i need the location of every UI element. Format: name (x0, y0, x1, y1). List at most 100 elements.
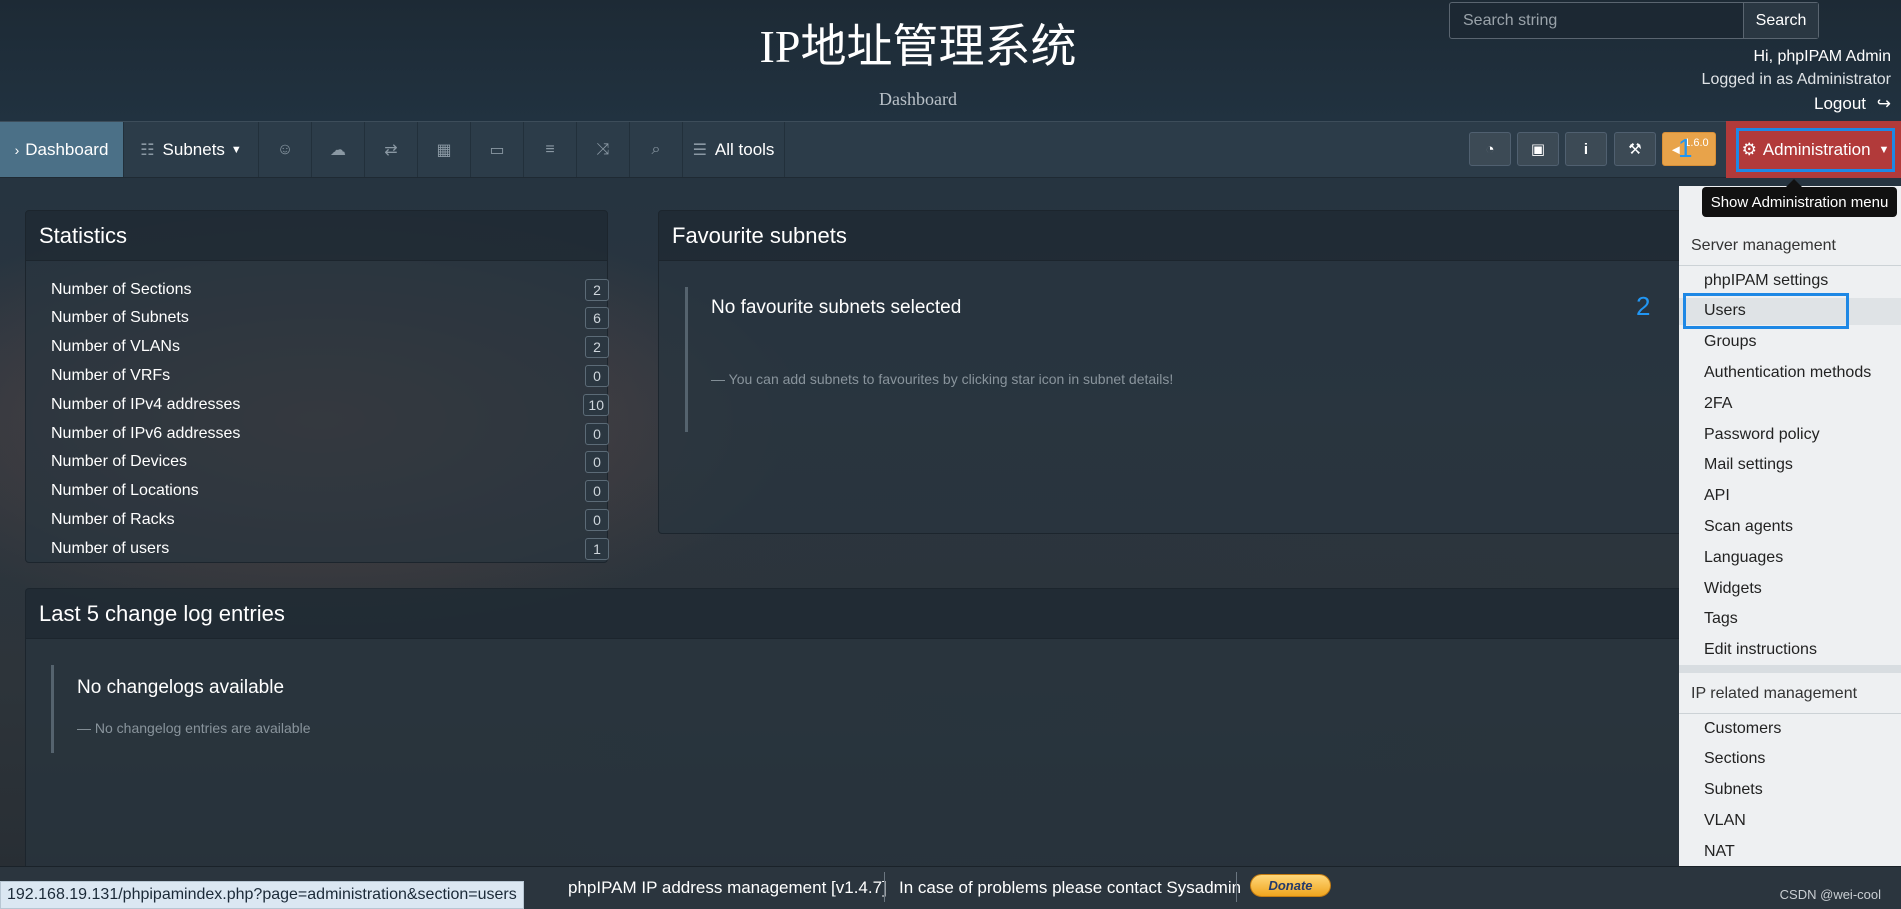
nav-map[interactable]: ▦ (418, 122, 471, 177)
admin-menu-item-languages[interactable]: Languages (1679, 544, 1901, 571)
wrench-icon: ⚒ (1628, 141, 1642, 158)
admin-menu-item-subnets[interactable]: Subnets (1679, 777, 1901, 804)
changelog-panel: Last 5 change log entries No changelogs … (25, 588, 1758, 878)
nav-all-tools-label: All tools (714, 139, 775, 159)
users-highlight-box (1683, 293, 1849, 329)
nav-dashboard-label: Dashboard (25, 139, 109, 159)
admin-menu-item-nat[interactable]: NAT (1679, 838, 1901, 865)
changelog-hint: — No changelog entries are available (77, 720, 311, 736)
stat-row: Number of Subnets 6 (51, 304, 609, 333)
stat-row: Number of users 1 (51, 534, 609, 563)
favourite-subnets-panel: Favourite subnets No favourite subnets s… (658, 210, 1758, 534)
search-input[interactable] (1450, 3, 1743, 38)
dropdown-divider (1679, 665, 1901, 673)
annotation-step-1: 1 (1678, 133, 1693, 163)
nav-random[interactable]: ⤨ (577, 122, 630, 177)
stat-row: Number of Devices 0 (51, 448, 609, 477)
stat-count-badge: 0 (585, 508, 609, 531)
ip-management-header: IP related management (1691, 685, 1858, 702)
dropdown-divider (1679, 265, 1901, 266)
stat-label: Number of IPv6 addresses (51, 424, 241, 442)
admin-menu-item-sections[interactable]: Sections (1679, 746, 1901, 773)
desktop-icon: ▭ (489, 141, 505, 159)
stat-row: Number of VRFs 0 (51, 361, 609, 390)
exchange-icon: ⇄ (384, 141, 398, 159)
logout-icon: ↪ (1876, 94, 1891, 113)
user-role: Logged in as Administrator (1701, 71, 1891, 88)
nav-exchange[interactable]: ⇄ (365, 122, 418, 177)
nav-subnets-label: Subnets (162, 139, 225, 159)
admin-menu-item-phpipam-settings[interactable]: phpIPAM settings (1679, 267, 1901, 294)
stat-count-badge: 6 (585, 307, 609, 330)
footer-app-name: phpIPAM IP address management [v1.4.7] (568, 877, 887, 897)
browser-status-url: 192.168.19.131/phpipamindex.php?page=adm… (0, 881, 524, 909)
admin-menu-item-2fa[interactable]: 2FA (1679, 390, 1901, 417)
donate-button[interactable]: Donate (1250, 874, 1331, 897)
stat-count-badge: 1 (585, 537, 609, 560)
th-large-icon: ▣ (1530, 141, 1546, 158)
nav-search[interactable]: ⌕ (630, 122, 683, 177)
caret-down-icon: ▼ (230, 143, 242, 156)
stat-count-badge: 0 (585, 480, 609, 503)
admin-menu-item-scan-agents[interactable]: Scan agents (1679, 513, 1901, 540)
widgets-tool-button[interactable]: ▣ (1517, 132, 1559, 166)
server-management-header: Server management (1691, 237, 1836, 254)
info-tool-button[interactable]: i (1565, 132, 1607, 166)
stat-row: Number of VLANs 2 (51, 333, 609, 362)
stat-count-badge: 0 (585, 364, 609, 387)
info-icon: i (1583, 140, 1589, 158)
favourites-blockquote: No favourite subnets selected — You can … (685, 287, 1488, 432)
admin-menu-item-vlan[interactable]: VLAN (1679, 807, 1901, 834)
stat-count-badge: 2 (585, 278, 609, 301)
footer-contact[interactable]: In case of problems please contact Sysad… (899, 866, 1241, 909)
changelog-blockquote: No changelogs available — No changelog e… (51, 665, 854, 753)
admin-menu-item-api[interactable]: API (1679, 483, 1901, 510)
nav-devices[interactable]: ▭ (471, 122, 524, 177)
list-ul-icon: ☰ (692, 141, 707, 159)
dashboard-icon: ◔ (1485, 140, 1495, 158)
footer-divider (884, 872, 885, 902)
logout-link[interactable]: Logout ↪ (1814, 94, 1891, 114)
nav-users[interactable]: ☺ (259, 122, 312, 177)
nav-all-tools[interactable]: ☰ All tools (683, 122, 785, 177)
administration-dropdown: Server management phpIPAM settings Users G… (1679, 186, 1901, 866)
admin-menu-item-tags[interactable]: Tags (1679, 606, 1901, 633)
search-form: Search (1449, 2, 1819, 39)
administration-button[interactable]: ⚙ Administration ▼ (1736, 128, 1895, 172)
annotation-step-2: 2 (1636, 291, 1651, 321)
page-subtitle: Dashboard (879, 89, 957, 109)
admin-menu-item-password-policy[interactable]: Password policy (1679, 421, 1901, 448)
search-button[interactable]: Search (1743, 3, 1818, 38)
admin-menu-item-widgets[interactable]: Widgets (1679, 575, 1901, 602)
dashboard-tool-button[interactable]: ◔ (1469, 132, 1511, 166)
nav-subnets[interactable]: ☷ Subnets ▼ (124, 122, 259, 177)
stat-row: Number of IPv6 addresses 0 (51, 419, 609, 448)
cloud-icon: ☁ (330, 141, 346, 159)
nav-list[interactable]: ≡ (524, 122, 577, 177)
stat-row: Number of Locations 0 (51, 477, 609, 506)
changelog-empty-text: No changelogs available (77, 677, 285, 698)
sitemap-icon: ☷ (140, 141, 155, 159)
admin-menu-item-groups[interactable]: Groups (1679, 329, 1901, 356)
user-greeting: Hi, phpIPAM Admin (1753, 48, 1891, 65)
stat-label: Number of Sections (51, 280, 192, 298)
stat-label: Number of IPv4 addresses (51, 395, 241, 413)
admin-menu-item-customers[interactable]: Customers (1679, 715, 1901, 742)
dropdown-divider (1679, 713, 1901, 714)
tools-tool-button[interactable]: ⚒ (1614, 132, 1656, 166)
admin-menu-item-mail-settings[interactable]: Mail settings (1679, 452, 1901, 479)
random-icon: ⤨ (596, 140, 610, 158)
search-icon: ⌕ (651, 140, 661, 158)
stat-row: Number of Racks 0 (51, 505, 609, 534)
favourites-empty-text: No favourite subnets selected (711, 297, 962, 318)
admin-menu-item-edit-instructions[interactable]: Edit instructions (1679, 637, 1901, 664)
admin-menu-item-authentication-methods[interactable]: Authentication methods (1679, 359, 1901, 386)
nav-dashboard[interactable]: › Dashboard (0, 122, 124, 177)
stat-count-badge: 2 (585, 336, 609, 359)
administration-label: Administration (1762, 140, 1871, 159)
stat-count-badge: 0 (585, 451, 609, 474)
stat-row: Number of Sections 2 (51, 275, 609, 304)
nav-cloud[interactable]: ☁ (312, 122, 365, 177)
favourites-hint: — You can add subnets to favourites by c… (711, 371, 1174, 387)
stat-label: Number of VLANs (51, 338, 180, 356)
